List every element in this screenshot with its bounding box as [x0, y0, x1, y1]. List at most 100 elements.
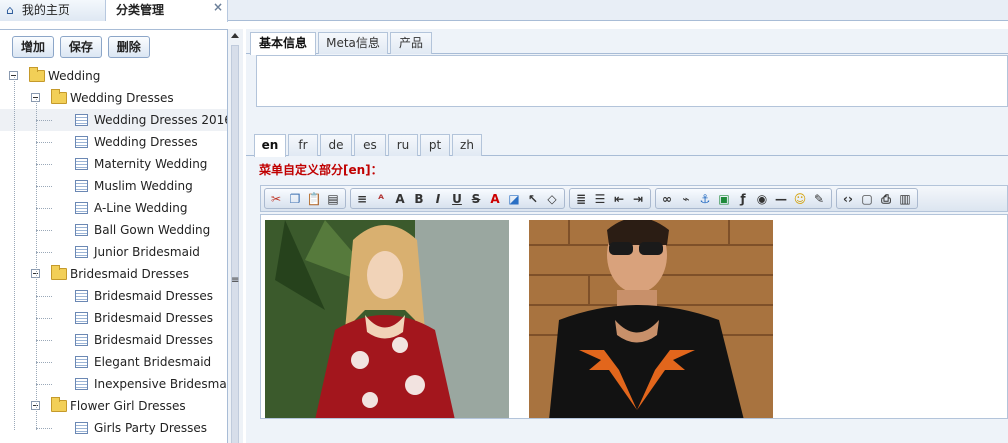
underline-icon[interactable]: U — [449, 192, 465, 207]
tree-leaf-node[interactable]: Ball Gown Wedding — [0, 219, 227, 241]
link-icon[interactable]: ∞ — [659, 192, 675, 207]
tab-lang-fr[interactable]: fr — [288, 134, 318, 156]
tab-lang-es[interactable]: es — [354, 134, 386, 156]
folder-icon — [51, 89, 67, 104]
tab-lang-ru[interactable]: ru — [388, 134, 418, 156]
tree-leaf-node[interactable]: Junior Bridesmaid — [0, 241, 227, 263]
tree-node-label: Maternity Wedding — [94, 157, 208, 171]
bold-icon[interactable]: B — [411, 192, 427, 207]
copy-icon[interactable]: ❐ — [287, 192, 303, 207]
highlight-color-icon[interactable]: ◪ — [506, 192, 522, 207]
editor-toolbar: ✂ ❐ 📋 ▤ ≡ ᴬ A B I U S A ◪ ↖ ◇ ≣ ☰ ⇤ ⇥ ∞ ⌁ ⚓ ▣ ƒ ◉ — ☺ ✎ ‹› ▢ ⎙ ▥ — [260, 185, 1008, 212]
indent-icon[interactable]: ⇥ — [630, 192, 646, 207]
tree-node-label: Muslim Wedding — [94, 179, 193, 193]
tree-leaf-node[interactable]: Inexpensive Bridesmaid — [0, 373, 227, 395]
cut-icon[interactable]: ✂ — [268, 192, 284, 207]
splitter-grip[interactable] — [231, 45, 239, 443]
tree-leaf-node[interactable]: Bridesmaid Dresses — [0, 285, 227, 307]
source-icon[interactable]: ‹› — [840, 192, 856, 207]
tab-meta-info[interactable]: Meta信息 — [318, 32, 388, 54]
tree-connector — [36, 252, 52, 253]
template-icon[interactable]: ▥ — [897, 192, 913, 207]
tree-leaf-node[interactable]: Muslim Wedding — [0, 175, 227, 197]
unlink-icon[interactable]: ⌁ — [678, 192, 694, 207]
rich-text-editor[interactable] — [260, 214, 1008, 419]
tree-connector — [36, 208, 52, 209]
tree-folder-node[interactable]: Wedding — [0, 65, 227, 87]
tab-lang-zh[interactable]: zh — [452, 134, 482, 156]
tab-lang-en[interactable]: en — [254, 134, 286, 157]
font-size-icon[interactable]: A — [392, 192, 408, 207]
hr-icon[interactable]: — — [773, 192, 789, 207]
tree-connector — [36, 296, 52, 297]
tree-leaf-node[interactable]: A-Line Wedding — [0, 197, 227, 219]
tree-leaf-node[interactable]: Girls Party Dresses — [0, 417, 227, 439]
tree-node-label: Girls Party Dresses — [94, 421, 208, 435]
tree-node-label: Bridesmaid Dresses — [94, 311, 213, 325]
tree-leaf-node[interactable]: Maternity Wedding — [0, 153, 227, 175]
dress-photo-svg — [265, 220, 509, 418]
toolbar-group: ‹› ▢ ⎙ ▥ — [836, 188, 918, 209]
font-color-icon[interactable]: A — [487, 192, 503, 207]
spellcheck-icon[interactable]: ᴬ — [373, 192, 389, 207]
italic-icon[interactable]: I — [430, 192, 446, 207]
panel-splitter[interactable]: ≡ — [228, 29, 243, 443]
tree-node-label: Wedding Dresses — [70, 91, 174, 105]
table-icon — [75, 290, 88, 302]
tab-category-management[interactable]: 分类管理 × — [106, 0, 228, 22]
tree-folder-node[interactable]: Wedding Dresses — [0, 87, 227, 109]
paste-text-icon[interactable]: ▤ — [325, 192, 341, 207]
select-icon[interactable]: ↖ — [525, 192, 541, 207]
image-upload-icon[interactable]: ▣ — [716, 192, 732, 207]
eraser-icon[interactable]: ◇ — [544, 192, 560, 207]
preview-icon[interactable]: ▢ — [859, 192, 875, 207]
tab-home[interactable]: ⌂ 我的主页 — [0, 0, 106, 21]
tab-lang-pt[interactable]: pt — [420, 134, 450, 156]
tree-node-label: Ball Gown Wedding — [94, 223, 211, 237]
tab-products[interactable]: 产品 — [390, 32, 432, 54]
edit-icon[interactable]: ✎ — [811, 192, 827, 207]
flash-icon[interactable]: ƒ — [735, 192, 751, 207]
model-red-floral-dress-image[interactable] — [265, 220, 509, 418]
tree-connector — [36, 186, 52, 187]
toolbar-group: ✂ ❐ 📋 ▤ — [264, 188, 346, 209]
table-icon — [75, 246, 88, 258]
tab-basic-info[interactable]: 基本信息 — [250, 32, 316, 55]
tree-leaf-node[interactable]: Elegant Bridesmaid — [0, 351, 227, 373]
close-icon[interactable]: × — [213, 0, 223, 17]
table-icon — [75, 378, 88, 390]
media-icon[interactable]: ◉ — [754, 192, 770, 207]
anchor-icon[interactable]: ⚓ — [697, 192, 713, 207]
align-icon[interactable]: ≣ — [573, 192, 589, 207]
add-button[interactable]: 增加 — [12, 36, 55, 58]
delete-button[interactable]: 删除 — [107, 36, 150, 58]
grip-dots-icon: ≡ — [231, 275, 240, 286]
table-icon — [75, 180, 88, 192]
print-icon[interactable]: ⎙ — [878, 192, 894, 207]
basic-info-textarea[interactable] — [256, 55, 1008, 107]
list-icon[interactable]: ☰ — [592, 192, 608, 207]
tree-folder-node[interactable]: Bridesmaid Dresses — [0, 263, 227, 285]
tree-leaf-node[interactable]: Wedding Dresses 2016 — [0, 109, 227, 131]
outdent-icon[interactable]: ⇤ — [611, 192, 627, 207]
tree-node-label: A-Line Wedding — [94, 201, 188, 215]
collapse-arrow-icon[interactable] — [231, 33, 239, 38]
paste-icon[interactable]: 📋 — [306, 192, 322, 207]
tree-leaf-node[interactable]: Bridesmaid Dresses — [0, 307, 227, 329]
tree-leaf-node[interactable]: Bridesmaid Dresses — [0, 329, 227, 351]
emoticon-icon[interactable]: ☺ — [792, 192, 808, 207]
tree-node-label: Bridesmaid Dresses — [94, 333, 213, 347]
tree-node-label: Junior Bridesmaid — [94, 245, 200, 259]
table-icon — [75, 136, 88, 148]
folder-icon — [29, 67, 45, 82]
tab-category-label: 分类管理 — [116, 3, 165, 17]
save-button[interactable]: 保存 — [59, 36, 102, 58]
strikethrough-icon[interactable]: S — [468, 192, 484, 207]
tree-toolbar: 增加 保存 删除 — [0, 30, 227, 62]
line-height-icon[interactable]: ≡ — [354, 192, 370, 207]
tree-leaf-node[interactable]: Wedding Dresses — [0, 131, 227, 153]
tab-lang-de[interactable]: de — [320, 134, 352, 156]
man-black-tshirt-sunglasses-image[interactable] — [529, 220, 773, 418]
folder-icon — [51, 397, 67, 412]
tree-folder-node[interactable]: Flower Girl Dresses — [0, 395, 227, 417]
